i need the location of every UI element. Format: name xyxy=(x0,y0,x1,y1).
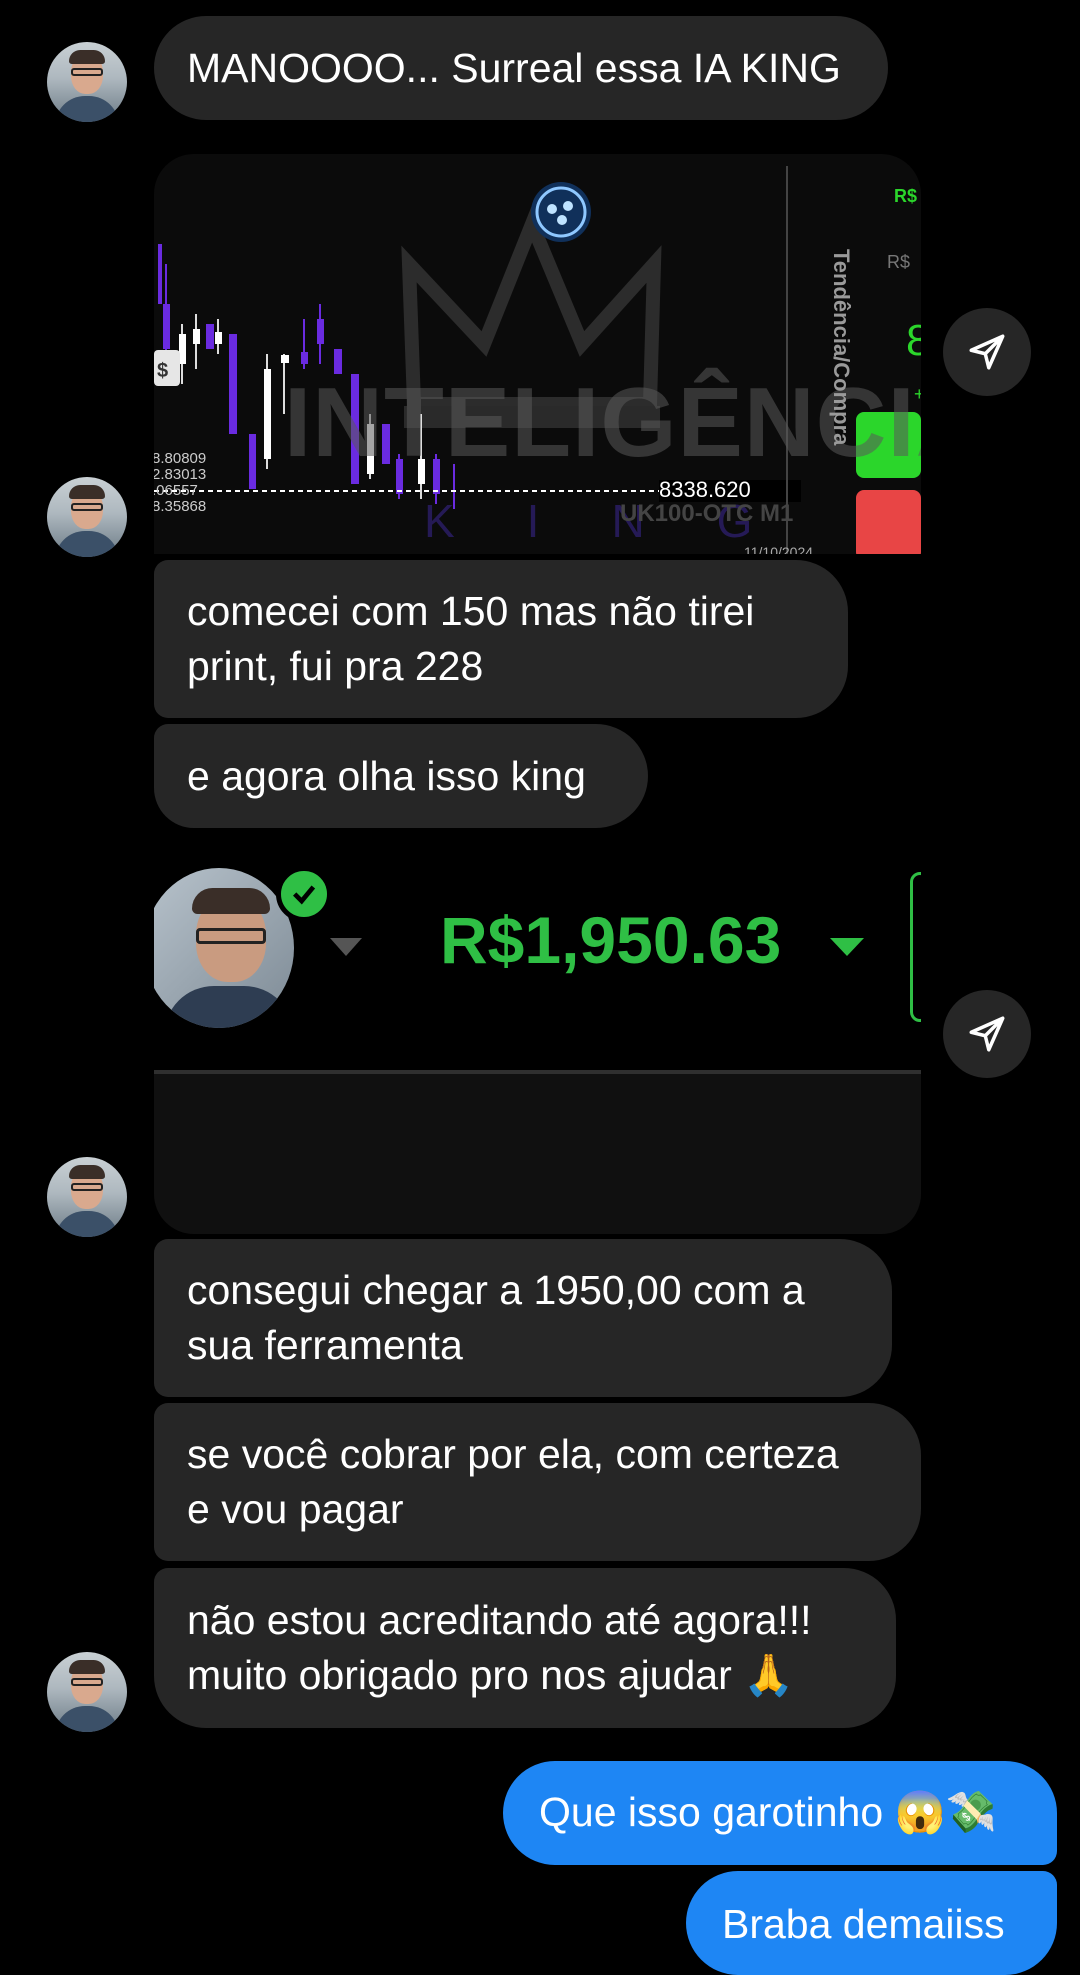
currency-label: R$ xyxy=(894,186,918,206)
message-bubble[interactable]: se você cobrar por ela, com certeza e vo… xyxy=(154,1403,921,1561)
sender-avatar[interactable] xyxy=(47,42,127,122)
message-text: MANOOOO... Surreal essa IA KING xyxy=(187,44,841,91)
watermark-main: INTELIGÊNCIA xyxy=(284,367,921,477)
chevron-down-icon xyxy=(330,938,362,956)
currency-label: R$ xyxy=(887,252,911,272)
axis-label: 8.80809 xyxy=(154,450,207,467)
share-button[interactable] xyxy=(943,990,1031,1078)
sender-avatar[interactable] xyxy=(47,1157,127,1237)
message-bubble[interactable]: e agora olha isso king xyxy=(154,724,648,828)
axis-label: .06557 xyxy=(154,482,198,499)
message-text: comecei com 150 mas não tirei print, fui… xyxy=(187,588,755,689)
chart-image-attachment[interactable]: INTELIGÊNCIA KING 8338.620 UK100-OTC M1 … xyxy=(154,154,921,554)
message-text: Que isso garotinho 😱💸 xyxy=(539,1789,997,1835)
big-digit: 8 xyxy=(906,316,921,365)
deposit-button-edge xyxy=(910,872,921,1022)
message-text: não estou acreditando até agora!!! muito… xyxy=(187,1597,812,1698)
balance-image-attachment[interactable]: R$1,950.63 xyxy=(154,852,921,1234)
asset-label: UK100-OTC M1 xyxy=(620,500,794,527)
verified-icon xyxy=(276,866,332,922)
message-text: consegui chegar a 1950,00 com a sua ferr… xyxy=(187,1267,805,1368)
panel-area xyxy=(154,1074,921,1234)
outgoing-message-bubble[interactable]: Que isso garotinho 😱💸 xyxy=(503,1761,1057,1865)
message-bubble[interactable]: consegui chegar a 1950,00 com a sua ferr… xyxy=(154,1239,892,1397)
date-label: 11/10/2024 xyxy=(744,544,814,554)
profile-photo xyxy=(154,868,294,1028)
outgoing-message-bubble[interactable]: Braba demaiiss xyxy=(686,1871,1057,1975)
message-bubble[interactable]: não estou acreditando até agora!!! muito… xyxy=(154,1568,896,1728)
balance-amount: R$1,950.63 xyxy=(440,903,782,977)
message-text: se você cobrar por ela, com certeza e vo… xyxy=(187,1431,839,1532)
share-button[interactable] xyxy=(943,308,1031,396)
side-label: Tendência/Compra xyxy=(829,249,854,446)
axis-label: 2.83013 xyxy=(154,466,207,483)
message-text: Braba demaiiss xyxy=(722,1901,1005,1947)
chevron-down-icon xyxy=(830,938,864,956)
plus-sign: + xyxy=(914,384,921,404)
message-bubble[interactable]: comecei com 150 mas não tirei print, fui… xyxy=(154,560,848,718)
message-bubble[interactable]: MANOOOO... Surreal essa IA KING xyxy=(154,16,888,120)
axis-label: 8.35868 xyxy=(154,498,207,515)
dollar-icon: $ xyxy=(157,360,169,382)
send-icon xyxy=(969,334,1005,370)
sender-avatar[interactable] xyxy=(47,477,127,557)
sender-avatar[interactable] xyxy=(47,1652,127,1732)
message-text: e agora olha isso king xyxy=(187,752,586,799)
send-icon xyxy=(969,1016,1005,1052)
